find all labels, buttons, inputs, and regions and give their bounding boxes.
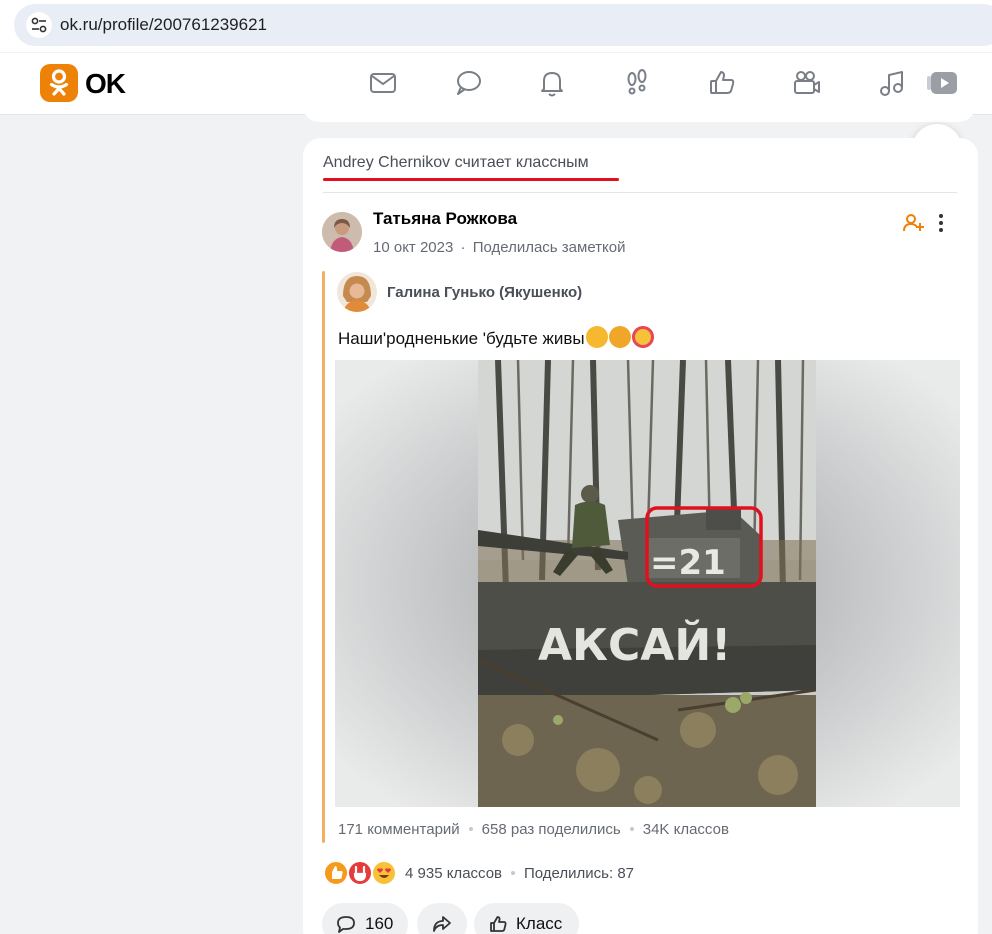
thumbs-up-icon (490, 916, 507, 932)
tune-icon[interactable] (26, 12, 52, 38)
video-camera-icon[interactable] (791, 67, 823, 99)
liked-action: считает классным (454, 154, 589, 171)
browser-address-bar: ok.ru/profile/200761239621 (0, 0, 992, 52)
ok-logo-icon[interactable] (40, 64, 78, 102)
painted-word: АКСАЙ! (538, 618, 731, 671)
post-text-content: Наши'родненькие 'будьте живы (338, 329, 585, 348)
mail-icon[interactable] (367, 67, 399, 99)
post-photo-container[interactable]: =21 АКСАЙ! (335, 360, 960, 807)
footprints-icon[interactable] (621, 67, 653, 99)
liked-by-name[interactable]: Andrey Chernikov (323, 154, 450, 171)
add-friend-icon[interactable] (901, 211, 925, 235)
like-button[interactable]: Класс (474, 903, 579, 934)
post-meta: 10 окт 2023 · Поделилась заметкой (373, 239, 626, 256)
original-author-avatar[interactable] (337, 272, 377, 312)
more-options-icon[interactable] (933, 211, 949, 235)
thumbs-up-icon[interactable] (706, 67, 738, 99)
painted-number: =21 (650, 543, 726, 583)
logo-text[interactable]: OK (85, 68, 126, 100)
comments-button-count: 160 (365, 914, 394, 933)
share-arrow-icon (433, 916, 451, 932)
shares-count[interactable]: 658 раз поделились (482, 821, 621, 838)
repost-indicator-bar (322, 271, 325, 843)
like-button-label: Класс (516, 914, 563, 933)
red-underline-annotation-2 (471, 178, 619, 181)
comment-icon (337, 916, 355, 933)
video-play-icon[interactable] (927, 67, 961, 99)
music-note-icon[interactable] (876, 67, 908, 99)
reactions-summary: 4 935 классов Поделились: 87 (405, 865, 634, 882)
thumbs-up-emoji (608, 326, 631, 348)
divider (323, 192, 957, 193)
rock-hand-reaction-icon (347, 860, 373, 886)
share-button[interactable] (417, 903, 467, 934)
url-text[interactable]: ok.ru/profile/200761239621 (60, 15, 267, 35)
likes-count[interactable]: 34K классов (643, 821, 729, 838)
red-underline-annotation (323, 178, 473, 181)
author-avatar[interactable] (322, 212, 362, 252)
feed-post-card: Andrey Chernikov считает классным Татьян… (303, 138, 978, 934)
shared-count[interactable]: Поделились: 87 (524, 865, 634, 882)
bell-icon[interactable] (536, 67, 568, 99)
liked-by-line: Andrey Chernikov считает классным (323, 154, 589, 172)
post-text: Наши'родненькие 'будьте живы (338, 326, 654, 349)
previous-post-card (303, 100, 975, 122)
post-stats: 171 комментарий 658 раз поделились 34K кла… (338, 821, 729, 838)
like-reaction-icon (323, 860, 349, 886)
post-author-name[interactable]: Татьяна Рожкова (373, 209, 517, 229)
heart-eyes-reaction-icon (371, 860, 397, 886)
post-date[interactable]: 10 окт 2023 (373, 239, 453, 256)
reactions-count[interactable]: 4 935 классов (405, 865, 502, 882)
post-photo[interactable]: =21 АКСАЙ! (478, 360, 816, 807)
chat-bubble-icon[interactable] (452, 67, 484, 99)
comments-count[interactable]: 171 комментарий (338, 821, 460, 838)
comments-button[interactable]: 160 (322, 903, 408, 934)
address-field[interactable]: ok.ru/profile/200761239621 (14, 4, 992, 46)
original-author-name[interactable]: Галина Гунько (Якушенко) (387, 284, 582, 301)
post-action: Поделилась заметкой (472, 239, 626, 256)
smiling-face-with-hearts-emoji (631, 326, 654, 348)
folded-hands-emoji (585, 326, 608, 348)
